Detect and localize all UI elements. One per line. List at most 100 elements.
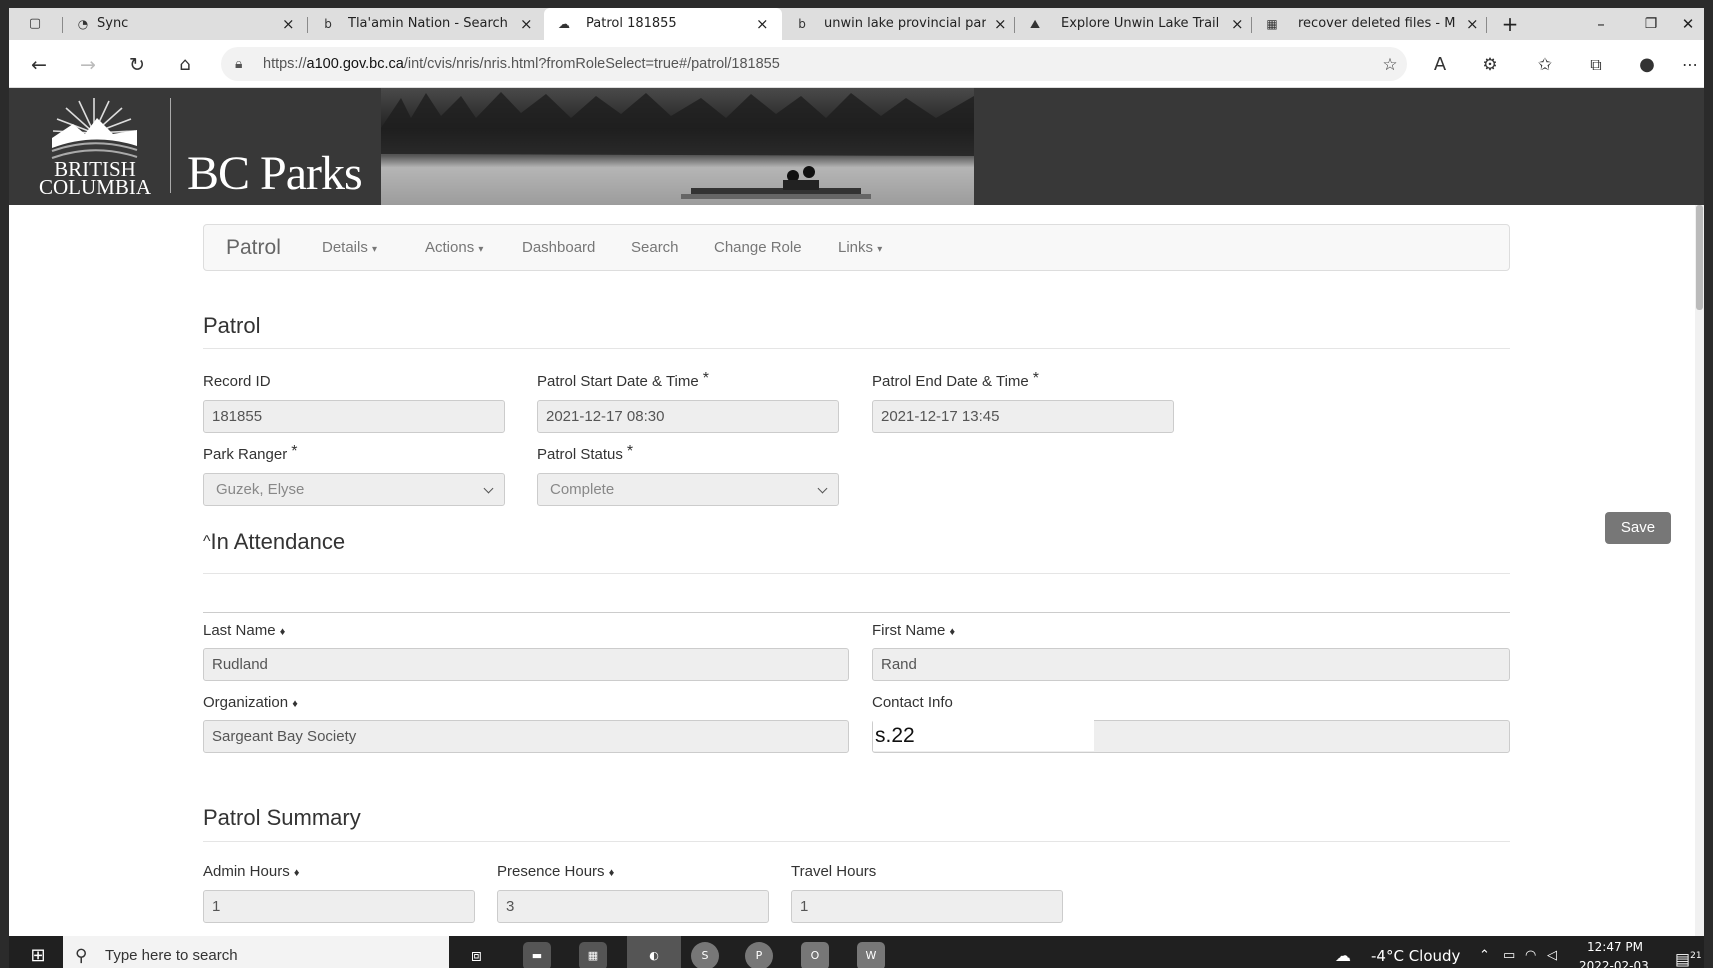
weather-text[interactable]: -4°C Cloudy	[1371, 936, 1460, 968]
tab-patrol-181855[interactable]: ☁ Patrol 181855 ×	[544, 8, 782, 40]
powerpoint-icon[interactable]: P	[745, 942, 773, 968]
start-datetime-field[interactable]: 2021-12-17 08:30	[537, 400, 839, 433]
tab-label: recover deleted files - Micr	[1298, 16, 1456, 31]
tab-close-icon[interactable]: ×	[994, 8, 1007, 40]
organization-label: Organization ♦	[203, 694, 298, 711]
end-datetime-field[interactable]: 2021-12-17 13:45	[872, 400, 1174, 433]
restore-button[interactable]: ❐	[1628, 8, 1674, 40]
first-name-label: First Name ♦	[872, 622, 956, 639]
page-scrollbar[interactable]	[1695, 205, 1704, 936]
refresh-button[interactable]: ↻	[124, 52, 150, 78]
chevron-up-icon: ^	[203, 533, 211, 550]
more-menu-icon[interactable]: ⋯	[1679, 52, 1701, 78]
bing-icon: b	[324, 17, 332, 31]
last-name-field[interactable]: Rudland	[203, 648, 849, 681]
tab-label: Patrol 181855	[586, 16, 677, 31]
site-title[interactable]: BC Parks	[187, 146, 363, 201]
scrollbar-thumb[interactable]	[1696, 205, 1703, 310]
patrol-section-title: Patrol	[203, 313, 261, 338]
volume-icon[interactable]: ◁	[1547, 936, 1557, 968]
close-window-button[interactable]: ✕	[1672, 8, 1704, 40]
wifi-icon[interactable]: ◠	[1525, 936, 1536, 968]
windows-taskbar: ⊞ ⚲ Type here to search ⧈ ▬ ▦ ◐ S P O W …	[9, 936, 1704, 968]
file-explorer-icon[interactable]: ▬	[523, 942, 551, 968]
record-id-label: Record ID	[203, 373, 271, 390]
header-banner-image	[381, 88, 974, 205]
extensions-icon[interactable]: ⚙	[1477, 52, 1503, 78]
address-bar[interactable]: 🔒︎ https://a100.gov.bc.ca/int/cvis/nris/…	[221, 47, 1407, 81]
task-view-icon[interactable]: ⧈	[471, 936, 482, 968]
first-name-field[interactable]: Rand	[872, 648, 1510, 681]
word-icon[interactable]: W	[857, 942, 885, 968]
taskbar-search[interactable]: ⚲ Type here to search	[63, 936, 449, 968]
back-button[interactable]: ←	[26, 52, 52, 78]
nav-change-role[interactable]: Change Role	[714, 225, 802, 270]
nav-links[interactable]: Links ▾	[838, 225, 882, 272]
notification-count: 21	[1690, 951, 1702, 961]
search-icon: ⚲	[75, 946, 88, 966]
notification-icon[interactable]: ▤21	[1675, 936, 1702, 968]
profile-icon[interactable]: ●	[1634, 52, 1660, 78]
presence-hours-field[interactable]: 3	[497, 890, 769, 923]
nav-search[interactable]: Search	[631, 225, 679, 270]
park-ranger-select[interactable]: Guzek, Elyse	[203, 473, 505, 506]
patrol-status-select[interactable]: Complete	[537, 473, 839, 506]
travel-hours-field[interactable]: 1	[791, 890, 1063, 923]
lock-icon[interactable]: 🔒︎	[235, 47, 242, 81]
alltrails-icon: ⛰	[1029, 17, 1041, 31]
organization-field[interactable]: Sargeant Bay Society	[203, 720, 849, 753]
end-datetime-label: Patrol End Date & Time *	[872, 370, 1039, 390]
tab-strip: ▢ ◔ Sync × b Tla'amin Nation - Search × …	[9, 8, 1704, 40]
windows-start-icon[interactable]: ⊞	[25, 936, 51, 968]
tab-close-icon[interactable]: ×	[282, 8, 295, 40]
battery-icon[interactable]: ▭	[1503, 936, 1515, 968]
site-header: BRITISH COLUMBIA BC Parks	[9, 88, 1704, 205]
nav-actions[interactable]: Actions ▾	[425, 225, 483, 272]
store-icon[interactable]: ▦	[579, 942, 607, 968]
nav-dashboard[interactable]: Dashboard	[522, 225, 595, 270]
site-icon: ☁	[558, 17, 570, 31]
outlook-icon[interactable]: O	[801, 942, 829, 968]
record-id-field[interactable]: 181855	[203, 400, 505, 433]
clock-time[interactable]: 12:47 PM	[1587, 938, 1643, 956]
bc-logo[interactable]: BRITISH COLUMBIA	[9, 88, 171, 205]
clock-date[interactable]: 2022-02-03	[1579, 957, 1649, 968]
edge-icon[interactable]: ◐	[627, 936, 681, 968]
skype-icon[interactable]: S	[691, 942, 719, 968]
tab-unwin-trail[interactable]: ⛰ Explore Unwin Lake Trail | A ×	[1019, 8, 1251, 40]
weather-icon[interactable]: ☁	[1335, 936, 1351, 968]
tab-close-icon[interactable]: ×	[1466, 8, 1479, 40]
sync-icon: ◔	[77, 17, 89, 31]
tab-recover-files[interactable]: ▦ recover deleted files - Micr ×	[1256, 8, 1486, 40]
read-aloud-icon[interactable]: A	[1427, 52, 1453, 78]
tab-label: unwin lake provincial parl -	[824, 16, 986, 31]
add-favorite-icon[interactable]: ☆	[1377, 52, 1403, 78]
new-tab-button[interactable]: +	[1490, 8, 1530, 40]
tab-close-icon[interactable]: ×	[756, 8, 769, 40]
tab-actions-icon[interactable]: ▢	[27, 16, 43, 32]
tab-unwin-lake[interactable]: b unwin lake provincial parl - ×	[786, 8, 1014, 40]
collections-icon[interactable]: ⧉	[1583, 52, 1609, 78]
tab-close-icon[interactable]: ×	[1231, 8, 1244, 40]
favorites-icon[interactable]: ✩	[1532, 52, 1558, 78]
bing-icon: b	[798, 17, 806, 31]
nav-details[interactable]: Details ▾	[322, 225, 377, 272]
minimize-button[interactable]: –	[1578, 8, 1624, 40]
tab-label: Explore Unwin Lake Trail | A	[1061, 16, 1223, 31]
caret-down-icon: ▾	[372, 244, 378, 255]
url-text[interactable]: https://a100.gov.bc.ca/int/cvis/nris/nri…	[263, 47, 780, 81]
logo-line2: COLUMBIA	[39, 175, 152, 199]
attendance-toggle[interactable]: ^In Attendance	[203, 529, 345, 555]
tab-sync[interactable]: ◔ Sync ×	[67, 8, 307, 40]
browser-window: ▢ ◔ Sync × b Tla'amin Nation - Search × …	[9, 8, 1704, 968]
tab-close-icon[interactable]: ×	[520, 8, 533, 40]
navbar-brand[interactable]: Patrol	[226, 225, 281, 270]
home-button[interactable]: ⌂	[172, 52, 198, 78]
save-button[interactable]: Save	[1605, 512, 1671, 544]
presence-hours-label: Presence Hours ♦	[497, 863, 615, 880]
tab-label: Sync	[97, 16, 129, 31]
chevron-up-icon[interactable]: ⌃	[1479, 936, 1490, 968]
admin-hours-field[interactable]: 1	[203, 890, 475, 923]
tab-tlaamin-search[interactable]: b Tla'amin Nation - Search ×	[312, 8, 542, 40]
forward-button[interactable]: →	[75, 52, 101, 78]
